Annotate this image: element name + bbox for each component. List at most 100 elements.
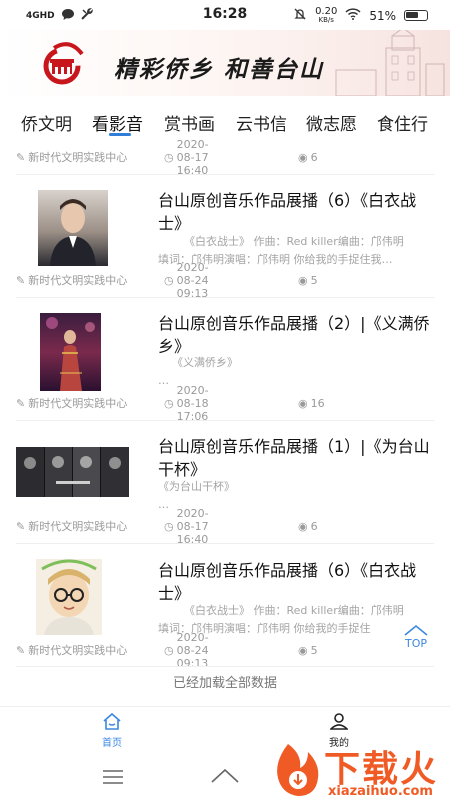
- item-meta: ✎ 新时代文明实践中心 ◷ 2020-08-24 09:13 ◉ 5: [16, 261, 318, 300]
- clock-icon: ◷: [164, 150, 174, 164]
- arrow-up-icon: [404, 624, 428, 636]
- item-thumbnail-stage[interactable]: [40, 313, 101, 391]
- edit-icon: ✎: [16, 150, 26, 164]
- publish-time: ◷ 2020-08-18 17:06: [164, 384, 209, 423]
- user-icon: [329, 713, 349, 730]
- source-name: 新时代文明实践中心: [28, 520, 128, 533]
- nav-home-label: 首页: [102, 738, 122, 749]
- views-text: 6: [310, 150, 318, 164]
- source: ✎ 新时代文明实践中心: [16, 272, 127, 288]
- clock-icon: ◷: [164, 396, 174, 410]
- views-text: 16: [310, 396, 325, 410]
- edit-icon: ✎: [16, 396, 26, 410]
- tab-yun-shuxin[interactable]: 云书信: [236, 110, 287, 135]
- source: ✎ 新时代文明实践中心: [16, 395, 127, 411]
- wifi-icon: [345, 8, 361, 23]
- time-text: 2020-08-24 09:13: [176, 260, 209, 300]
- item-thumbnail-band[interactable]: [16, 447, 129, 497]
- views-text: 5: [310, 273, 318, 287]
- publish-time: ◷ 2020-08-24 09:13: [164, 631, 209, 670]
- publish-time: ◷ 2020-08-17 16:40: [164, 507, 209, 546]
- excerpt-line: 《白衣战士》 作曲：Red killer编曲：邝伟明: [184, 604, 404, 617]
- divider: [16, 174, 434, 175]
- source-name: 新时代文明实践中心: [28, 274, 128, 287]
- banner-slogan: 精彩侨乡 和善台山: [114, 56, 325, 83]
- home-icon: [103, 712, 121, 730]
- menu-icon[interactable]: [102, 770, 124, 784]
- eye-icon: ◉: [298, 150, 308, 164]
- battery-percent: 51%: [369, 8, 396, 23]
- category-tabs: 侨文明 看影音 赏书画 云书信 微志愿 食住行: [0, 96, 450, 140]
- network-speed: 0.20 KB/s: [315, 5, 338, 24]
- time-text: 2020-08-24 09:13: [176, 630, 209, 670]
- watermark-url: xiazaihuo.com: [328, 784, 433, 799]
- view-count: ◉ 6: [298, 151, 318, 164]
- nav-home[interactable]: 首页: [82, 712, 142, 749]
- excerpt-line: 《为台山干杯》: [158, 480, 235, 493]
- speed-value: 0.20: [315, 5, 338, 17]
- eye-icon: ◉: [298, 643, 308, 657]
- view-count: ◉ 6: [298, 520, 318, 533]
- item-meta: ✎ 新时代文明实践中心 ◷ 2020-08-24 09:13 ◉ 5: [16, 631, 318, 670]
- item-meta: ✎ 新时代文明实践中心 ◷ 2020-08-17 16:40 ◉ 6: [16, 140, 318, 177]
- home-button-icon[interactable]: [210, 768, 240, 784]
- tab-shang-shuhua[interactable]: 赏书画: [164, 110, 215, 135]
- item-thumbnail-singer[interactable]: [38, 190, 108, 266]
- clock-icon: ◷: [164, 643, 174, 657]
- time-text: 2020-08-17 16:40: [176, 506, 209, 546]
- item-title[interactable]: 台山原创音乐作品展播（2）|《义满侨乡》: [158, 312, 434, 358]
- tab-qiao-wenming[interactable]: 侨文明: [21, 110, 72, 135]
- eye-icon: ◉: [298, 396, 308, 410]
- publish-time: ◷ 2020-08-24 09:13: [164, 261, 209, 300]
- item-thumbnail-avatar[interactable]: [36, 559, 102, 635]
- tab-shi-zhuxing[interactable]: 食住行: [377, 110, 428, 135]
- excerpt-line: 《义满侨乡》: [172, 356, 238, 369]
- excerpt-line: 《白衣战士》 作曲：Red killer编曲：邝伟明: [184, 235, 404, 248]
- view-count: ◉ 5: [298, 274, 318, 287]
- publish-time: ◷ 2020-08-17 16:40: [164, 140, 209, 177]
- status-right: 0.20 KB/s 51%: [293, 5, 428, 24]
- time-text: 2020-08-18 17:06: [176, 383, 209, 423]
- eye-icon: ◉: [298, 273, 308, 287]
- item-title[interactable]: 台山原创音乐作品展播（6）《白衣战士》: [158, 559, 434, 605]
- logo-icon: [43, 42, 84, 85]
- edit-icon: ✎: [16, 273, 26, 287]
- views-text: 5: [310, 643, 318, 657]
- speed-unit: KB/s: [318, 15, 334, 24]
- scroll-top-button[interactable]: TOP: [400, 624, 432, 654]
- battery-icon: [404, 10, 428, 21]
- all-loaded-text: 已经加载全部数据: [172, 676, 277, 691]
- status-bar: 4GHD 16:28 0.20 KB/s 51%: [0, 0, 450, 30]
- item-title[interactable]: 台山原创音乐作品展播（6）《白衣战士》: [158, 189, 434, 235]
- video-feed: ✎ 新时代文明实践中心 ◷ 2020-08-17 16:40 ◉ 6 台山原创音乐作品…: [0, 140, 450, 706]
- watermark-logo: 下载火 xiazaihuo.com: [264, 738, 444, 800]
- item-meta: ✎ 新时代文明实践中心 ◷ 2020-08-17 16:40 ◉ 6: [16, 507, 318, 546]
- eye-icon: ◉: [298, 519, 308, 533]
- edit-icon: ✎: [16, 519, 26, 533]
- clock-icon: ◷: [164, 273, 174, 287]
- tab-wei-zhiyuan[interactable]: 微志愿: [306, 110, 357, 135]
- clock-icon: ◷: [164, 519, 174, 533]
- source-name: 新时代文明实践中心: [28, 151, 128, 164]
- divider: [16, 420, 434, 421]
- source: ✎ 新时代文明实践中心: [16, 518, 127, 534]
- divider: [16, 543, 434, 544]
- scroll-top-label: TOP: [404, 637, 427, 650]
- building-illustration: [335, 30, 445, 96]
- views-text: 6: [310, 519, 318, 533]
- active-tab-indicator: [109, 133, 131, 136]
- divider: [16, 297, 434, 298]
- item-title[interactable]: 台山原创音乐作品展播（1）|《为台山干杯》: [158, 435, 434, 481]
- time-text: 2020-08-17 16:40: [176, 140, 209, 177]
- divider: [16, 666, 434, 667]
- edit-icon: ✎: [16, 643, 26, 657]
- source-name: 新时代文明实践中心: [28, 397, 128, 410]
- view-count: ◉ 5: [298, 644, 318, 657]
- header-banner: 精彩侨乡 和善台山: [0, 30, 450, 96]
- source: ✎ 新时代文明实践中心: [16, 642, 127, 658]
- view-count: ◉ 16: [298, 397, 325, 410]
- item-meta: ✎ 新时代文明实践中心 ◷ 2020-08-18 17:06 ◉ 16: [16, 384, 325, 423]
- source: ✎ 新时代文明实践中心: [16, 149, 127, 165]
- source-name: 新时代文明实践中心: [28, 644, 128, 657]
- tab-kan-yingyin[interactable]: 看影音: [92, 110, 143, 135]
